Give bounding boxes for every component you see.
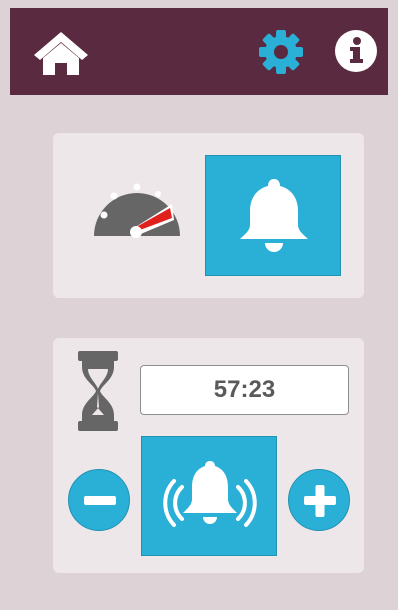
app-screen: 57:23 bbox=[0, 0, 398, 610]
alarm-button[interactable] bbox=[141, 436, 277, 556]
info-icon[interactable] bbox=[334, 29, 378, 73]
bell-icon bbox=[240, 179, 308, 252]
notification-button[interactable] bbox=[205, 155, 341, 276]
hourglass-icon bbox=[78, 351, 118, 431]
minus-icon bbox=[84, 496, 116, 505]
home-icon[interactable] bbox=[32, 30, 90, 76]
speed-panel bbox=[53, 133, 364, 298]
plus-icon bbox=[304, 485, 336, 517]
timer-display[interactable]: 57:23 bbox=[140, 365, 349, 415]
speedometer-icon bbox=[94, 183, 180, 238]
header-bar bbox=[10, 8, 388, 95]
increase-button[interactable] bbox=[288, 469, 350, 531]
gear-icon[interactable] bbox=[258, 29, 304, 75]
decrease-button[interactable] bbox=[68, 469, 130, 531]
ringing-bell-icon bbox=[163, 461, 257, 527]
timer-panel: 57:23 bbox=[53, 338, 364, 573]
